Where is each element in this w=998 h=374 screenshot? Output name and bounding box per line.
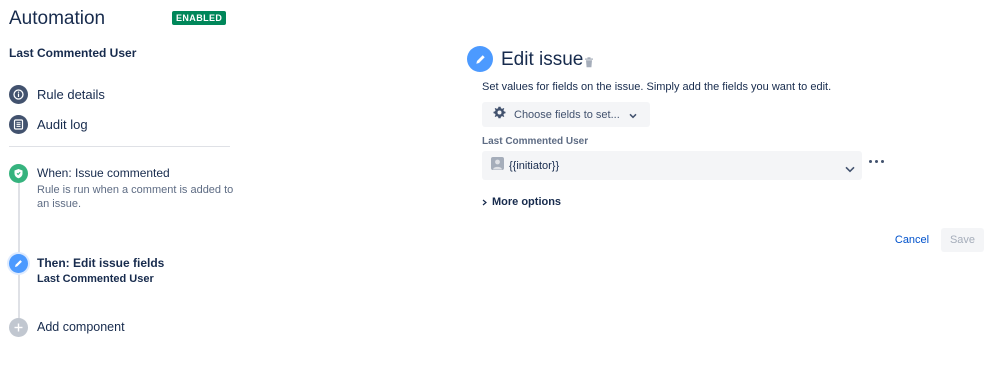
- avatar-icon: [491, 156, 504, 175]
- cancel-button[interactable]: Cancel: [887, 228, 937, 252]
- choose-fields-label: Choose fields to set...: [514, 108, 620, 121]
- add-component-button[interactable]: Add component: [9, 318, 149, 338]
- page-title: Automation: [9, 8, 106, 29]
- trigger-step[interactable]: When: Issue commented Rule is run when a…: [9, 164, 234, 216]
- save-button[interactable]: Save: [941, 228, 984, 252]
- chevron-right-icon: [482, 193, 487, 211]
- nav-item-rule-details[interactable]: Rule details: [9, 85, 105, 104]
- chevron-down-icon: [629, 106, 637, 124]
- chevron-down-icon: [845, 160, 855, 178]
- nav-item-audit-log[interactable]: Audit log: [9, 115, 88, 134]
- trash-icon[interactable]: [584, 55, 594, 73]
- shield-icon: [9, 164, 28, 183]
- panel-description: Set values for fields on the issue. Simp…: [482, 81, 832, 93]
- action-step[interactable]: Then: Edit issue fields Last Commented U…: [9, 254, 234, 290]
- nav-item-label: Rule details: [37, 87, 105, 102]
- more-options-toggle[interactable]: More options: [482, 193, 561, 211]
- status-badge: ENABLED: [172, 11, 227, 25]
- plus-icon: [9, 318, 28, 337]
- rule-name: Last Commented User: [9, 46, 137, 60]
- nav-item-label: Audit log: [37, 117, 88, 132]
- field-label: Last Commented User: [482, 136, 589, 147]
- info-icon: [9, 85, 28, 104]
- choose-fields-button[interactable]: Choose fields to set...: [482, 102, 650, 127]
- action-step-title: Then: Edit issue fields: [37, 256, 165, 270]
- more-options-label: More options: [492, 196, 562, 208]
- gear-icon: [493, 106, 506, 124]
- trigger-step-title: When: Issue commented: [37, 166, 170, 180]
- trigger-step-description: Rule is run when a comment is added to a…: [37, 184, 234, 210]
- select-value: {{initiator}}: [509, 159, 560, 172]
- add-component-label: Add component: [37, 320, 125, 334]
- more-actions-icon[interactable]: [869, 160, 884, 163]
- action-step-subtitle: Last Commented User: [37, 273, 154, 285]
- list-icon: [9, 115, 28, 134]
- last-commented-user-select[interactable]: {{initiator}}: [482, 151, 862, 180]
- panel-title: Edit issue: [501, 49, 584, 70]
- pencil-icon: [9, 254, 28, 273]
- divider: [9, 146, 230, 147]
- pencil-icon: [467, 46, 493, 72]
